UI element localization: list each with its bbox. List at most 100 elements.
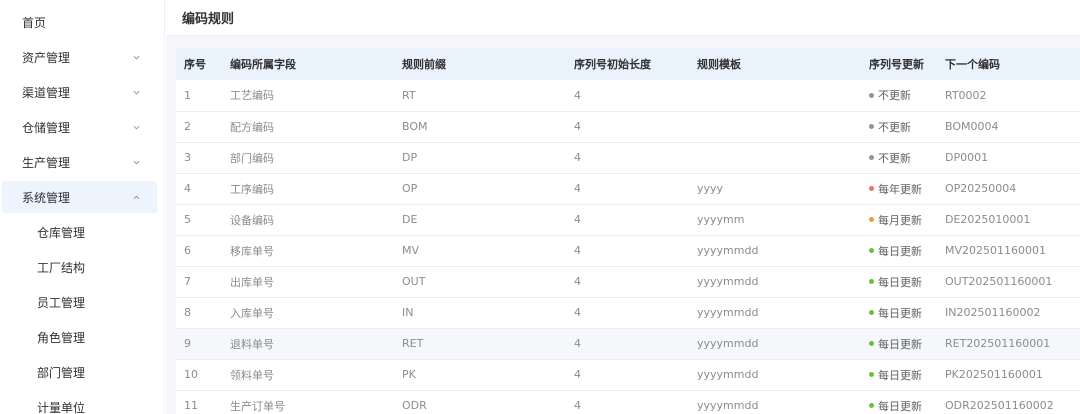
cell-no: 10: [184, 368, 198, 381]
cell-update: 每日更新: [861, 235, 937, 266]
cell-field: 出库单号: [230, 275, 274, 289]
cell-prefix: RET: [402, 337, 424, 350]
status-dot-icon: [869, 124, 874, 129]
sidebar: 首页资产管理渠道管理仓储管理生产管理 系统管理 仓库管理工厂结构员工管理角色管理部门…: [0, 0, 165, 414]
table-row[interactable]: 6 移库单号 MV 4 yyyymmdd 每日更新 MV202501160001: [176, 235, 1080, 266]
cell-no: 5: [184, 213, 191, 226]
table-row[interactable]: 4 工序编码 OP 4 yyyy 每年更新 OP20250004: [176, 173, 1080, 204]
table-row[interactable]: 11 生产订单号 ODR 4 yyyymmdd 每日更新 ODR202501160002: [176, 390, 1080, 414]
chevron-down-icon: [131, 87, 141, 97]
sidebar-item-label: 首页: [22, 15, 47, 30]
column-header[interactable]: 规则前缀: [394, 48, 566, 80]
cell-field: 部门编码: [230, 151, 274, 165]
cell-template: yyyy: [697, 182, 724, 195]
cell-update: 不更新: [861, 142, 937, 173]
cell-length: 4: [574, 306, 581, 319]
cell-template: [689, 111, 861, 142]
cell-next: DP0001: [945, 151, 989, 164]
cell-no: 2: [184, 120, 191, 133]
table-row[interactable]: 8 入库单号 IN 4 yyyymmdd 每日更新 IN202501160002: [176, 297, 1080, 328]
cell-update: 每日更新: [861, 297, 937, 328]
cell-field: 设备编码: [230, 213, 274, 227]
cell-prefix: ODR: [402, 399, 427, 412]
cell-field: 移库单号: [230, 244, 274, 258]
cell-next: OUT202501160001: [945, 275, 1053, 288]
column-header[interactable]: 编码所属字段: [222, 48, 394, 80]
table-row[interactable]: 10 领料单号 PK 4 yyyymmdd 每日更新 PK202501160001: [176, 359, 1080, 390]
cell-template: yyyymmdd: [697, 399, 759, 412]
status-dot-icon: [869, 403, 874, 408]
cell-next: BOM0004: [945, 120, 999, 133]
sidebar-item-label: 仓储管理: [22, 120, 71, 135]
sidebar-item-0[interactable]: 首页: [2, 6, 157, 38]
cell-template: yyyymmdd: [697, 337, 759, 350]
cell-no: 3: [184, 151, 191, 164]
column-header[interactable]: 规则模板: [689, 48, 861, 80]
cell-next: RT0002: [945, 88, 987, 102]
status-dot-icon: [869, 341, 874, 346]
cell-update: 每日更新: [861, 359, 937, 390]
table-row[interactable]: 2 配方编码 BOM 4 不更新 BOM0004: [176, 111, 1080, 142]
cell-no: 1: [184, 88, 191, 102]
sidebar-item-label: 渠道管理: [22, 85, 71, 100]
column-header[interactable]: 序列号更新: [861, 48, 937, 80]
cell-prefix: PK: [402, 368, 416, 381]
column-header[interactable]: 下一个编码: [937, 48, 1080, 80]
cell-prefix: DE: [402, 213, 418, 226]
table-row[interactable]: 1 工艺编码 RT 4 不更新 RT0002: [176, 80, 1080, 111]
cell-prefix: IN: [402, 306, 414, 319]
update-status-label: 每月更新: [878, 213, 922, 227]
cell-length: 4: [574, 337, 581, 350]
sidebar-item-4[interactable]: 生产管理: [2, 146, 157, 178]
sidebar-subitem-label: 工厂结构: [37, 260, 86, 275]
cell-update: 每日更新: [861, 266, 937, 297]
cell-next: PK202501160001: [945, 368, 1043, 381]
chevron-down-icon: [131, 122, 141, 132]
cell-length: 4: [574, 368, 581, 381]
page-title: 编码规则: [182, 12, 235, 27]
status-dot-icon: [869, 217, 874, 222]
cell-field: 入库单号: [230, 306, 274, 320]
sidebar-subitem-0[interactable]: 仓库管理: [2, 216, 157, 248]
table-row[interactable]: 9 退料单号 RET 4 yyyymmdd 每日更新 RET202501160001: [176, 328, 1080, 359]
cell-no: 11: [184, 399, 198, 412]
sidebar-subitem-label: 角色管理: [37, 330, 86, 345]
sidebar-subitem-4[interactable]: 部门管理: [2, 356, 157, 388]
cell-update: 不更新: [861, 111, 937, 142]
cell-next: RET202501160001: [945, 337, 1051, 350]
sidebar-subitem-5[interactable]: 计量单位: [2, 391, 157, 414]
cell-next: DE2025010001: [945, 213, 1031, 226]
cell-field: 配方编码: [230, 120, 274, 134]
cell-field: 工序编码: [230, 182, 274, 196]
table-row[interactable]: 3 部门编码 DP 4 不更新 DP0001: [176, 142, 1080, 173]
table-row[interactable]: 5 设备编码 DE 4 yyyymm 每月更新 DE2025010001: [176, 204, 1080, 235]
cell-no: 8: [184, 306, 191, 319]
column-header[interactable]: 序列号初始长度: [566, 48, 689, 80]
cell-length: 4: [574, 213, 581, 226]
cell-length: 4: [574, 88, 581, 102]
table-row[interactable]: 7 出库单号 OUT 4 yyyymmdd 每日更新 OUT202501160001: [176, 266, 1080, 297]
sidebar-subitem-label: 计量单位: [37, 400, 86, 414]
sidebar-item-5[interactable]: 系统管理: [2, 181, 157, 213]
cell-template: yyyymmdd: [697, 368, 759, 381]
sidebar-item-2[interactable]: 渠道管理: [2, 76, 157, 108]
sidebar-subitem-2[interactable]: 员工管理: [2, 286, 157, 318]
column-header[interactable]: 序号: [176, 48, 222, 80]
sidebar-subitem-1[interactable]: 工厂结构: [2, 251, 157, 283]
cell-length: 4: [574, 275, 581, 288]
sidebar-item-3[interactable]: 仓储管理: [2, 111, 157, 143]
sidebar-subitem-label: 员工管理: [37, 295, 86, 310]
main-content: 编码规则 序号 编码所属字段 规则前缀 序列号初始长度 规则模板 序列号更新 下一个编码 1…: [166, 0, 1080, 414]
cell-prefix: RT: [402, 88, 416, 102]
cell-field: 工艺编码: [230, 89, 274, 103]
update-status-label: 不更新: [878, 151, 911, 165]
cell-next: IN202501160002: [945, 306, 1041, 319]
sidebar-subitem-3[interactable]: 角色管理: [2, 321, 157, 353]
cell-prefix: DP: [402, 151, 418, 164]
cell-length: 4: [574, 120, 581, 133]
cell-prefix: MV: [402, 244, 420, 257]
sidebar-item-1[interactable]: 资产管理: [2, 41, 157, 73]
cell-template: yyyymmdd: [697, 244, 759, 257]
cell-no: 9: [184, 337, 191, 350]
status-dot-icon: [869, 372, 874, 377]
